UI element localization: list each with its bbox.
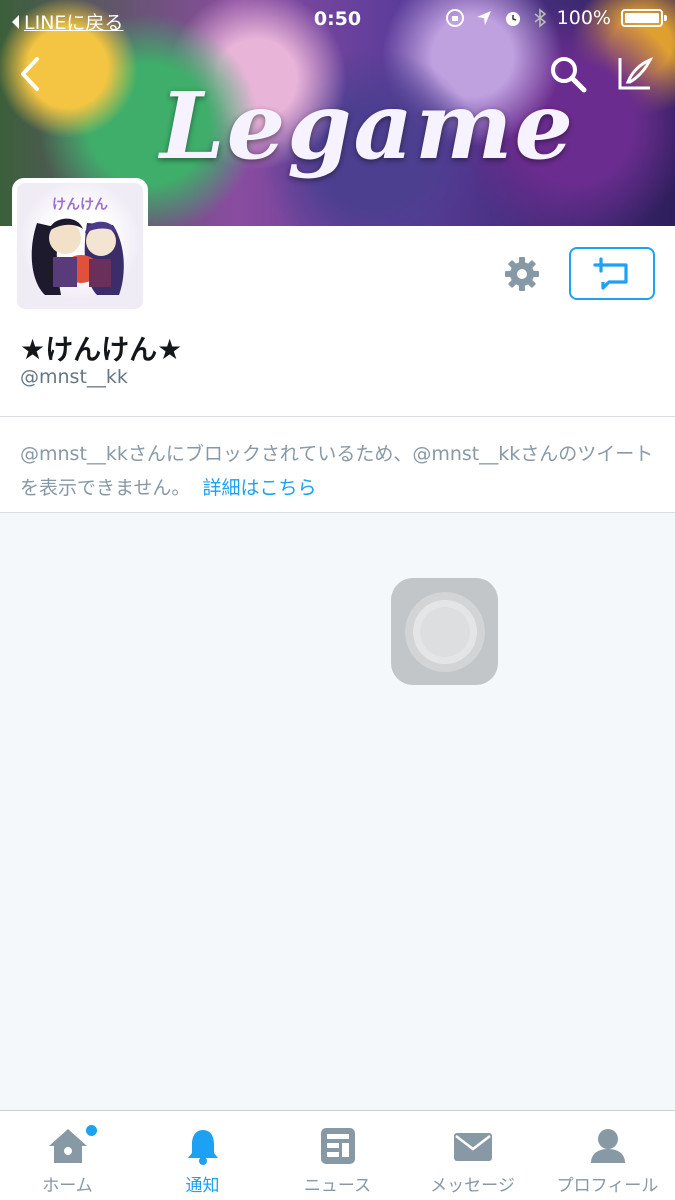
- home-icon: [48, 1129, 87, 1163]
- tab-home[interactable]: ホーム: [0, 1111, 135, 1200]
- tab-messages[interactable]: メッセージ: [405, 1111, 540, 1200]
- bottom-tab-bar: ホーム 通知 ニュース メッセージ プロフィール: [0, 1110, 675, 1200]
- notification-dot: [86, 1125, 97, 1136]
- person-icon: [590, 1129, 625, 1163]
- blocked-notice: @mnst__kkさんにブロックされているため、@mnst__kkさんのツイート…: [0, 416, 675, 513]
- banner-logo: Legame: [160, 72, 576, 180]
- avatar[interactable]: けんけん: [12, 178, 148, 314]
- avatar-image: けんけん: [17, 183, 143, 309]
- tab-profile[interactable]: プロフィール: [540, 1111, 675, 1200]
- battery-percent: 100%: [556, 7, 611, 29]
- tab-label: プロフィール: [556, 1176, 659, 1196]
- assistive-touch-core: [419, 606, 470, 657]
- location-icon: [476, 11, 491, 25]
- tab-label: ホーム: [42, 1176, 93, 1196]
- envelope-icon: [453, 1133, 492, 1161]
- profile-header: けんけん ★けんけん★ @mnst__kk: [0, 178, 675, 416]
- avatar-illustration: けんけん: [31, 197, 124, 295]
- news-icon: [320, 1128, 355, 1164]
- new-message-icon: [593, 256, 628, 290]
- send-message-button[interactable]: [569, 247, 655, 300]
- blocked-message: @mnst__kkさんにブロックされているため、@mnst__kkさんのツイート…: [20, 443, 654, 499]
- assistive-touch-inner-ring: [412, 599, 477, 664]
- settings-button[interactable]: [500, 252, 544, 296]
- tab-notifications[interactable]: 通知: [135, 1111, 270, 1200]
- assistive-touch-button[interactable]: [391, 578, 498, 685]
- assistive-touch-ring: [404, 591, 485, 672]
- bluetooth-icon: [534, 8, 546, 28]
- learn-more-link[interactable]: 詳細はこちら: [202, 477, 316, 499]
- gear-icon: [505, 257, 539, 291]
- search-icon: [551, 57, 587, 93]
- bell-icon: [187, 1130, 218, 1165]
- alarm-icon: [505, 12, 520, 26]
- tab-label: 通知: [185, 1176, 220, 1196]
- search-button[interactable]: [546, 52, 590, 96]
- compose-tweet-button[interactable]: [612, 52, 656, 96]
- orientation-lock-icon: [445, 9, 464, 27]
- tab-label: メッセージ: [430, 1176, 515, 1196]
- profile-name: ★けんけん★: [20, 333, 183, 366]
- status-bar: LINEに戻る 0:50 100%: [0, 0, 675, 38]
- profile-handle: @mnst__kk: [20, 366, 128, 388]
- battery-icon: [621, 9, 667, 27]
- tab-news[interactable]: ニュース: [270, 1111, 405, 1200]
- chevron-left-icon: [21, 57, 39, 91]
- avatar-caption: けんけん: [52, 197, 108, 213]
- compose-feather-icon: [618, 57, 654, 90]
- tab-label: ニュース: [303, 1176, 372, 1196]
- back-button[interactable]: [8, 52, 52, 96]
